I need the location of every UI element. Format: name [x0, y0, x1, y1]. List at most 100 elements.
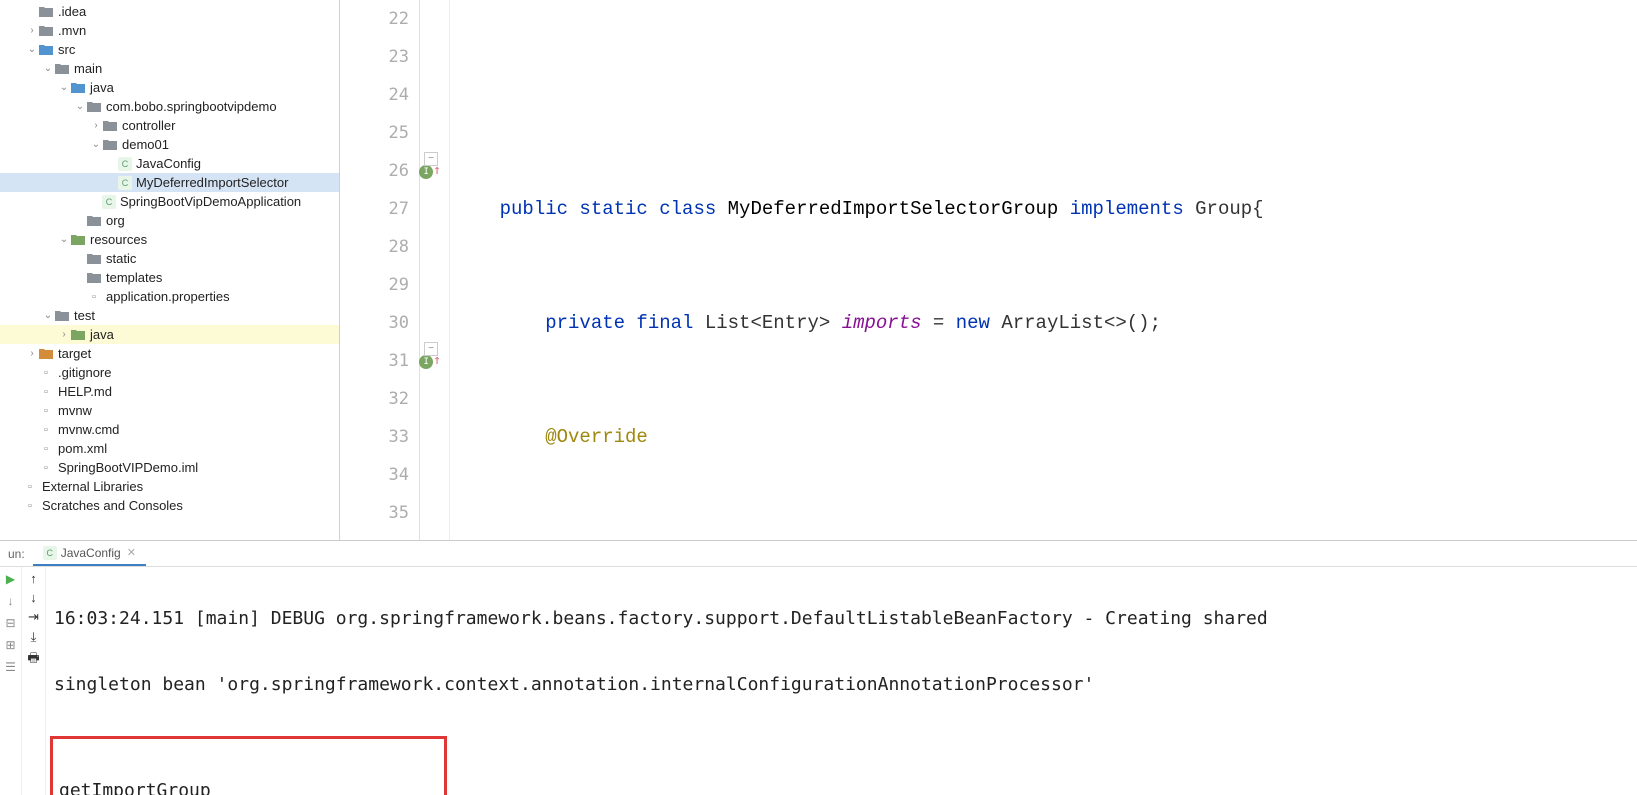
- pin-icon[interactable]: ⊞: [3, 637, 19, 653]
- tree-node[interactable]: ▫HELP.md: [0, 382, 339, 401]
- tree-arrow-icon[interactable]: ⌄: [90, 139, 102, 150]
- fold-handle[interactable]: −: [424, 152, 438, 166]
- tree-node[interactable]: ▫application.properties: [0, 287, 339, 306]
- tree-node[interactable]: C MyDeferredImportSelector: [0, 173, 339, 192]
- console-line: singleton bean 'org.springframework.cont…: [54, 668, 1629, 701]
- tree-arrow-icon[interactable]: ⌄: [58, 234, 70, 245]
- code-editor[interactable]: public static class MyDeferredImportSele…: [450, 0, 1637, 540]
- tree-label: .idea: [58, 4, 86, 19]
- folder-icon: [86, 99, 102, 115]
- tree-node[interactable]: ⌄test: [0, 306, 339, 325]
- tree-node[interactable]: ▫pom.xml: [0, 439, 339, 458]
- close-icon[interactable]: ✕: [127, 546, 136, 559]
- tree-node[interactable]: ▫ SpringBootVIPDemo.iml: [0, 458, 339, 477]
- tree-node[interactable]: templates: [0, 268, 339, 287]
- project-tree[interactable]: .idea›.mvn⌄src⌄main⌄java⌄com.bobo.spring…: [0, 0, 340, 540]
- tree-arrow-icon[interactable]: ⌄: [42, 63, 54, 74]
- tree-node[interactable]: C JavaConfig: [0, 154, 339, 173]
- tree-arrow-icon[interactable]: ›: [26, 348, 38, 359]
- tree-node[interactable]: ⌄ resources: [0, 230, 339, 249]
- tree-label: HELP.md: [58, 384, 112, 399]
- file-icon: ▫: [38, 403, 54, 419]
- stop-icon[interactable]: ↓: [3, 593, 19, 609]
- run-toolbar-left: ▶ ↓ ⊟ ⊞ ☰: [0, 567, 22, 795]
- tree-arrow-icon[interactable]: ›: [58, 329, 70, 340]
- wrap-icon[interactable]: ⇥: [28, 609, 39, 625]
- file-icon: ▫: [22, 498, 38, 514]
- line-number: 32: [340, 380, 419, 418]
- folder-icon: [38, 346, 54, 362]
- tree-label: main: [74, 61, 102, 76]
- tree-label: resources: [90, 232, 147, 247]
- tree-label: MyDeferredImportSelector: [136, 175, 288, 190]
- print-icon[interactable]: 🖶: [27, 649, 39, 671]
- scroll-icon[interactable]: ⤓: [31, 629, 37, 645]
- tree-label: .mvn: [58, 23, 86, 38]
- tree-node[interactable]: ▫mvnw: [0, 401, 339, 420]
- run-tab-javaconfig[interactable]: C JavaConfig ✕: [33, 541, 146, 566]
- tree-arrow-icon[interactable]: ›: [26, 25, 38, 36]
- fold-column: − −: [420, 0, 450, 540]
- run-label: un:: [0, 547, 33, 561]
- line-number: 34: [340, 456, 419, 494]
- console-output[interactable]: 16:03:24.151 [main] DEBUG org.springfram…: [46, 567, 1637, 795]
- down-icon[interactable]: ↓: [30, 590, 37, 605]
- folder-icon: [70, 232, 86, 248]
- tree-node[interactable]: static: [0, 249, 339, 268]
- line-number: 28: [340, 228, 419, 266]
- layout-icon[interactable]: ⊟: [3, 615, 19, 631]
- tree-node[interactable]: ▫Scratches and Consoles: [0, 496, 339, 515]
- tree-label: JavaConfig: [136, 156, 201, 171]
- tree-arrow-icon[interactable]: ⌄: [26, 44, 38, 55]
- tree-label: templates: [106, 270, 162, 285]
- tree-arrow-icon[interactable]: ›: [90, 120, 102, 131]
- line-number: 29: [340, 266, 419, 304]
- rerun-icon[interactable]: ▶: [3, 571, 19, 587]
- tree-node[interactable]: CSpringBootVipDemoApplication: [0, 192, 339, 211]
- folder-icon: [102, 137, 118, 153]
- console-line: getImportGroup: [59, 774, 438, 795]
- tree-label: demo01: [122, 137, 169, 152]
- folder-icon: [86, 251, 102, 267]
- tree-label: SpringBootVIPDemo.iml: [58, 460, 198, 475]
- line-number: 27: [340, 190, 419, 228]
- tree-node[interactable]: org: [0, 211, 339, 230]
- fold-handle[interactable]: −: [424, 342, 438, 356]
- tree-label: org: [106, 213, 125, 228]
- tree-node[interactable]: ⌄src: [0, 40, 339, 59]
- file-icon: ▫: [38, 460, 54, 476]
- tree-node[interactable]: ▫mvnw.cmd: [0, 420, 339, 439]
- tree-node[interactable]: ›target: [0, 344, 339, 363]
- java-class-icon: C: [43, 546, 57, 560]
- line-number: 25: [340, 114, 419, 152]
- line-number: 33: [340, 418, 419, 456]
- tree-node[interactable]: ⌄ demo01: [0, 135, 339, 154]
- folder-icon: [54, 308, 70, 324]
- java-class-icon: C: [118, 157, 132, 171]
- tree-node[interactable]: › java: [0, 325, 339, 344]
- file-icon: ▫: [38, 422, 54, 438]
- up-icon[interactable]: ↑: [30, 571, 37, 586]
- tree-node[interactable]: ▫External Libraries: [0, 477, 339, 496]
- tree-node[interactable]: › .mvn: [0, 21, 339, 40]
- tree-label: com.bobo.springbootvipdemo: [106, 99, 277, 114]
- folder-icon: [38, 23, 54, 39]
- tree-node[interactable]: .idea: [0, 2, 339, 21]
- line-number: 26I↑: [340, 152, 419, 190]
- more-icon[interactable]: ☰: [3, 659, 19, 675]
- code-line: [454, 76, 1637, 114]
- tree-node[interactable]: ⌄ main: [0, 59, 339, 78]
- folder-icon: [70, 80, 86, 96]
- java-class-icon: C: [118, 176, 132, 190]
- tree-arrow-icon[interactable]: ⌄: [42, 310, 54, 321]
- code-line: private final List<Entry> imports = new …: [454, 304, 1637, 342]
- file-icon: ▫: [22, 479, 38, 495]
- tree-label: java: [90, 327, 114, 342]
- tree-node[interactable]: ›controller: [0, 116, 339, 135]
- tree-node[interactable]: ⌄java: [0, 78, 339, 97]
- tree-node[interactable]: ▫.gitignore: [0, 363, 339, 382]
- tree-arrow-icon[interactable]: ⌄: [74, 101, 86, 112]
- tree-arrow-icon[interactable]: ⌄: [58, 82, 70, 93]
- tree-label: static: [106, 251, 136, 266]
- tree-node[interactable]: ⌄ com.bobo.springbootvipdemo: [0, 97, 339, 116]
